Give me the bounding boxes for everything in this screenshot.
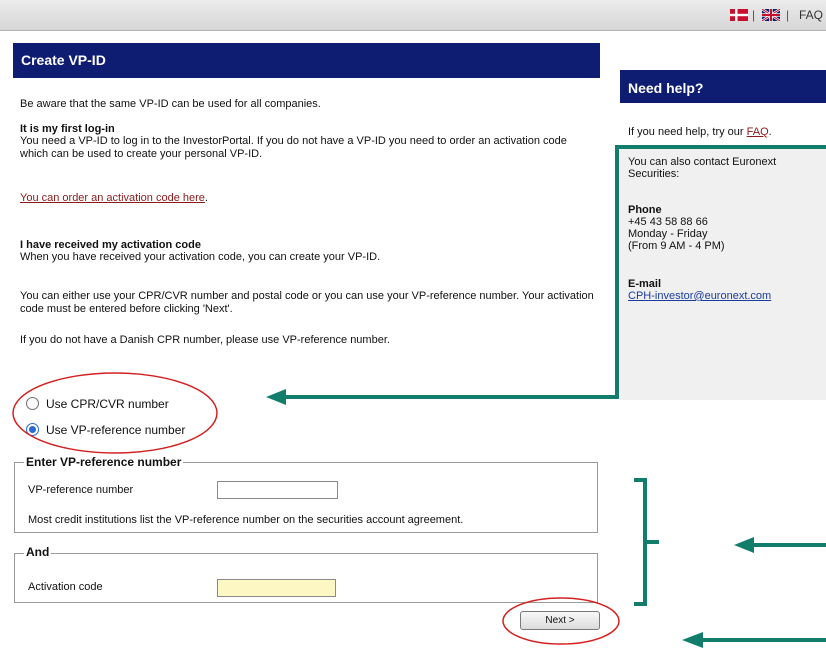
phone-number: +45 43 58 88 66 <box>628 216 708 228</box>
phone-heading: Phone <box>628 204 662 216</box>
vp-reference-note: Most credit institutions list the VP-ref… <box>28 514 464 526</box>
email-heading: E-mail <box>628 278 662 290</box>
help-try-line: If you need help, try our FAQ. <box>628 126 823 138</box>
order-link-line: You can order an activation code here. <box>20 192 595 205</box>
vp-reference-label: VP-reference number <box>28 484 134 496</box>
help-faq-link[interactable]: FAQ <box>747 126 769 138</box>
received-text: When you have received your activation c… <box>20 251 381 263</box>
danish-flag-icon[interactable] <box>730 9 748 21</box>
help-title: Need help? <box>620 70 826 103</box>
help-contact-box <box>620 145 826 400</box>
order-link-suffix: . <box>204 192 208 204</box>
phone-hours: (From 9 AM - 4 PM) <box>628 240 725 252</box>
fields-bracket <box>634 478 647 606</box>
activation-code-label: Activation code <box>28 581 103 593</box>
no-cpr-text: If you do not have a Danish CPR number, … <box>20 334 390 346</box>
email-link[interactable]: CPH-investor@euronext.com <box>628 290 771 302</box>
page-title: Create VP-ID <box>13 43 600 78</box>
cpr-radio-label[interactable]: Use CPR/CVR number <box>46 397 169 411</box>
vp-reference-legend: Enter VP-reference number <box>24 455 184 469</box>
either-text: You can either use your CPR/CVR number a… <box>20 290 594 315</box>
help-contact-text: You can also contact Euronext Securities… <box>628 156 777 180</box>
next-arrowhead <box>682 632 703 648</box>
email-line: CPH-investor@euronext.com <box>628 290 823 302</box>
activation-code-input[interactable] <box>217 579 336 597</box>
radio-highlight-ellipse <box>12 372 218 454</box>
uk-flag-icon[interactable] <box>762 9 780 21</box>
top-bar: | | FAQ <box>0 0 826 31</box>
next-button[interactable]: Next > <box>520 611 600 630</box>
vp-reference-radio-label[interactable]: Use VP-reference number <box>46 423 185 437</box>
help-try-text: If you need help, try our <box>628 126 747 138</box>
help-try-suffix: . <box>768 126 772 138</box>
phone-days: Monday - Friday <box>628 228 708 240</box>
cpr-radio[interactable] <box>26 397 39 410</box>
faq-link[interactable]: FAQ <box>799 8 823 22</box>
intro-text: Be aware that the same VP-ID can be used… <box>20 98 321 110</box>
vp-reference-radio[interactable] <box>26 423 39 436</box>
bracket-arrowhead <box>734 537 754 553</box>
separator: | <box>786 8 790 22</box>
radio-arrowhead <box>266 389 286 405</box>
separator: | <box>752 8 756 22</box>
and-legend: And <box>24 545 52 559</box>
first-login-text: You need a VP-ID to log in to the Invest… <box>20 135 567 160</box>
order-activation-code-link[interactable]: You can order an activation code here <box>20 192 205 204</box>
vp-reference-input[interactable] <box>217 481 338 499</box>
